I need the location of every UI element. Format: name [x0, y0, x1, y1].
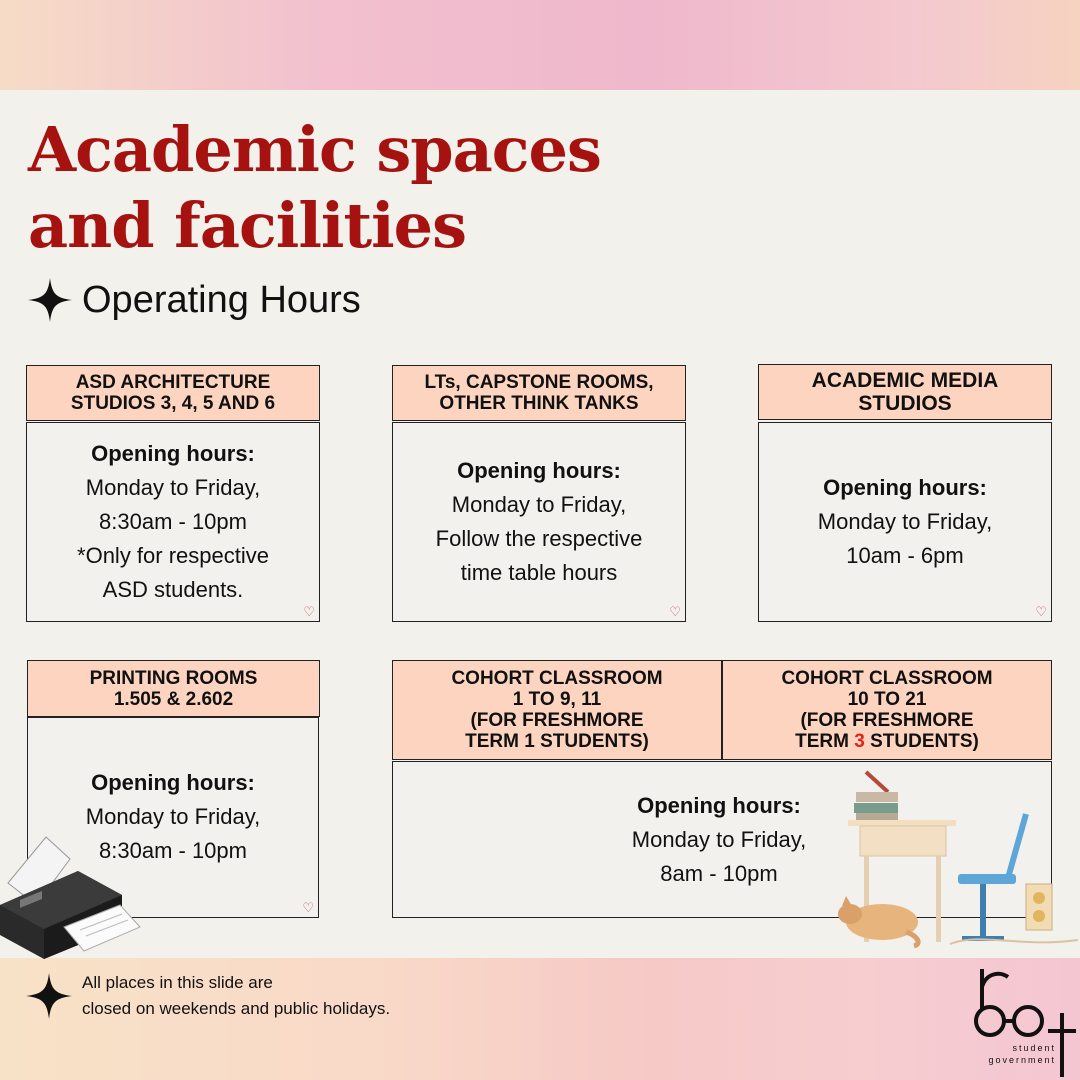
hours-text: 8:30am - 10pm: [99, 509, 247, 534]
card-header-cohort-1-11: COHORT CLASSROOM 1 TO 9, 11 (FOR FRESHMO…: [392, 660, 722, 760]
card-header-line: TERM 1 STUDENTS): [465, 731, 649, 752]
card-header-line: (FOR FRESHMORE: [470, 710, 644, 731]
days-text: Monday to Friday,: [451, 492, 627, 517]
sparkle-star-icon: [28, 278, 72, 322]
card-header-line: LTs, CAPSTONE ROOMS,: [424, 372, 654, 393]
card-header-line: PRINTING ROOMS: [89, 667, 258, 689]
opening-hours-label: Opening hours:: [91, 770, 255, 795]
term-prefix: TERM: [795, 731, 855, 752]
classroom-desk-icon: [838, 770, 1079, 949]
card-header-asd-studios: ASD ARCHITECTURE STUDIOS 3, 4, 5 AND 6: [26, 365, 320, 421]
term-number: 3: [854, 731, 865, 752]
card-body-media-studios: Opening hours: Monday to Friday, 10am - …: [758, 422, 1052, 622]
heart-icon: ♡: [302, 900, 314, 915]
opening-hours-label: Opening hours:: [91, 441, 255, 466]
subtitle-text: Operating Hours: [82, 278, 361, 321]
opening-hours-label: Opening hours:: [823, 475, 987, 500]
card-header-cohort-10-21: COHORT CLASSROOM 10 TO 21 (FOR FRESHMORE…: [722, 660, 1052, 760]
card-header-media-studios: ACADEMIC MEDIA STUDIOS: [758, 364, 1052, 420]
card-header-line: STUDIOS 3, 4, 5 AND 6: [70, 393, 276, 414]
hours-text: Follow the respective: [435, 526, 643, 551]
footnote-line: All places in this slide are: [82, 973, 273, 992]
card-body-asd-studios: Opening hours: Monday to Friday, 8:30am …: [26, 422, 320, 622]
opening-hours-label: Opening hours:: [457, 458, 621, 483]
printer-icon: [0, 836, 141, 959]
term-suffix: STUDENTS): [864, 731, 979, 752]
card-header-line: 1 TO 9, 11: [512, 689, 602, 710]
logo-text: government: [988, 1055, 1056, 1065]
card-header-line: COHORT CLASSROOM: [451, 668, 663, 689]
sparkle-star-icon: [26, 973, 72, 1019]
card-header-printing-rooms: PRINTING ROOMS 1.505 & 2.602: [27, 660, 320, 717]
top-gradient-band: [0, 0, 1080, 90]
heart-icon: ♡: [669, 604, 681, 619]
card-body-lts-capstone: Opening hours: Monday to Friday, Follow …: [392, 422, 686, 622]
hours-text: 10am - 6pm: [846, 543, 964, 568]
title-line-2: and facilities: [28, 189, 467, 262]
card-header-line: (FOR FRESHMORE: [800, 710, 974, 731]
subtitle: Operating Hours: [28, 276, 361, 324]
note-text: *Only for respective: [77, 543, 269, 568]
card-header-lts-capstone: LTs, CAPSTONE ROOMS, OTHER THINK TANKS: [392, 365, 686, 421]
heart-icon: ♡: [303, 604, 315, 619]
card-header-line: STUDIOS: [858, 392, 952, 415]
footnote: All places in this slide are closed on w…: [82, 970, 390, 1022]
card-header-line: 1.505 & 2.602: [113, 688, 234, 710]
page-title: Academic spaces and facilities: [28, 112, 728, 264]
card-header-line: ASD ARCHITECTURE: [75, 372, 271, 393]
logo-text: student: [1012, 1043, 1056, 1053]
note-text: ASD students.: [102, 577, 244, 602]
days-text: Monday to Friday,: [817, 509, 993, 534]
days-text: Monday to Friday,: [85, 804, 261, 829]
heart-icon: ♡: [1035, 604, 1047, 619]
footnote-line: closed on weekends and public holidays.: [82, 999, 391, 1018]
card-header-line: COHORT CLASSROOM: [781, 668, 993, 689]
root-student-government-logo: student government: [974, 969, 1076, 1077]
card-header-line: OTHER THINK TANKS: [439, 393, 639, 414]
card-header-line: ACADEMIC MEDIA: [811, 369, 999, 392]
hours-text: time table hours: [460, 560, 618, 585]
card-header-line: 10 TO 21: [847, 689, 927, 710]
title-line-1: Academic spaces: [28, 113, 602, 186]
card-header-line: TERM 3 STUDENTS): [723, 731, 1051, 752]
days-text: Monday to Friday,: [85, 475, 261, 500]
